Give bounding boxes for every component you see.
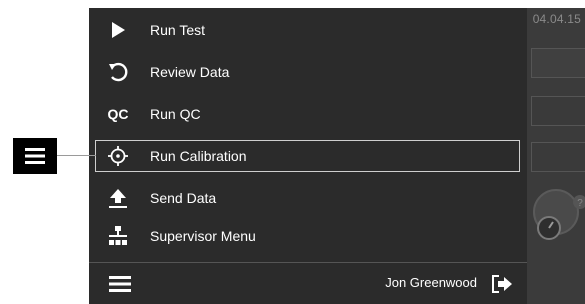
drawer-footer: Jon Greenwood [89, 262, 527, 304]
navigation-drawer: Run Test Review Data QC Run QC Run Calib… [89, 8, 527, 304]
hamburger-icon[interactable] [109, 275, 131, 293]
menu-item-label: Review Data [150, 64, 230, 80]
qc-icon: QC [107, 106, 129, 122]
menu-item-run-calibration[interactable]: Run Calibration [95, 140, 520, 172]
logout-icon[interactable] [491, 274, 513, 294]
menu-item-send-data[interactable]: Send Data [89, 180, 527, 216]
user-name: Jon Greenwood [385, 275, 477, 290]
background-gauge-icon: ? [533, 189, 585, 240]
menu-item-label: Run Calibration [150, 148, 247, 164]
svg-text:?: ? [577, 198, 583, 209]
background-field [531, 48, 585, 78]
menu-item-label: Run Test [150, 22, 205, 38]
play-icon [106, 18, 130, 42]
menu-item-label: Supervisor Menu [150, 228, 256, 244]
menu-item-label: Run QC [150, 106, 201, 122]
hierarchy-icon [106, 224, 130, 248]
menu-item-run-qc[interactable]: QC Run QC [89, 96, 527, 132]
hamburger-icon [25, 148, 45, 164]
background-field [531, 96, 585, 126]
callout-connector-line [57, 155, 96, 156]
menu-callout [13, 138, 57, 174]
background-date: 04.04.15 [532, 12, 581, 26]
menu-item-label: Send Data [150, 190, 217, 206]
menu-item-review-data[interactable]: Review Data [89, 54, 527, 90]
menu-item-run-test[interactable]: Run Test [89, 12, 527, 48]
background-field [531, 142, 585, 172]
crosshair-icon [106, 144, 130, 168]
undo-icon [106, 60, 130, 84]
upload-icon [106, 186, 130, 210]
menu-item-supervisor-menu[interactable]: Supervisor Menu [89, 218, 527, 254]
